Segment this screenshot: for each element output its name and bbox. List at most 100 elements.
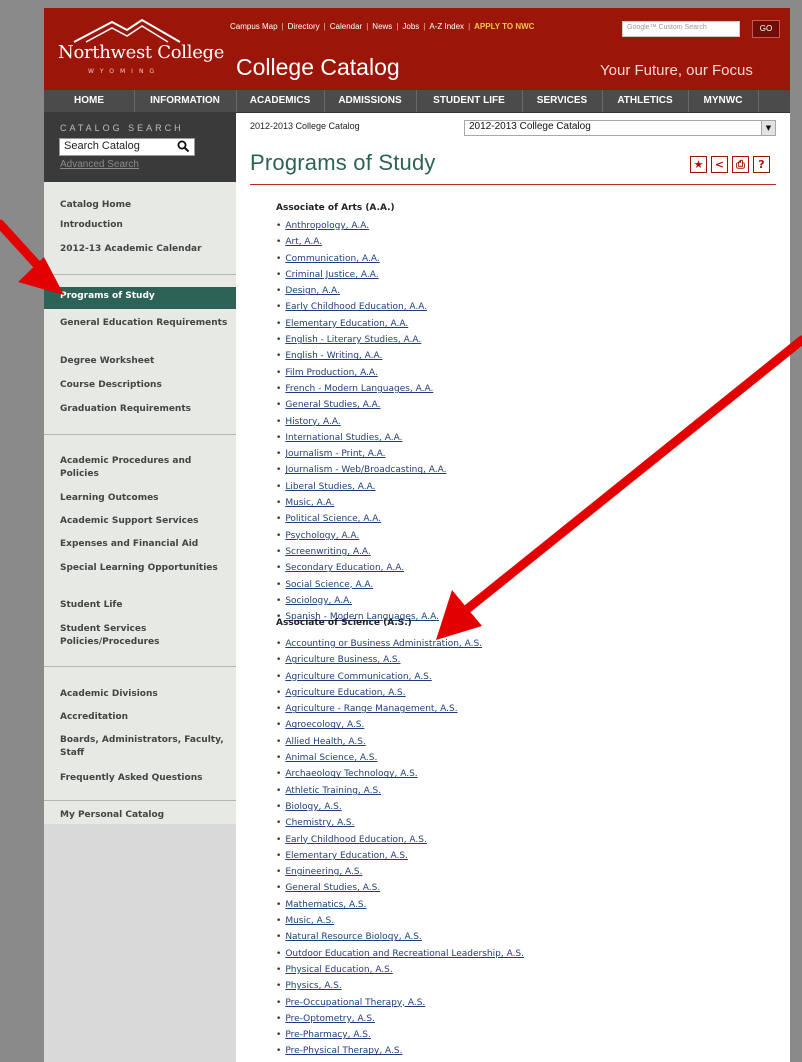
aa-program-link[interactable]: Early Childhood Education, A.A. [285, 302, 427, 312]
as-program-link[interactable]: Agriculture Communication, A.S. [285, 672, 431, 682]
as-program-link[interactable]: Early Childhood Education, A.S. [285, 835, 427, 845]
as-program-link[interactable]: Engineering, A.S. [285, 867, 362, 877]
aa-program-link[interactable]: History, A.A. [285, 417, 340, 427]
as-program-link[interactable]: Animal Science, A.S. [285, 753, 377, 763]
sidebar-item-special-learning[interactable]: Special Learning Opportunities [60, 562, 230, 575]
sidebar-item-accreditation[interactable]: Accreditation [60, 711, 230, 724]
aa-program-link[interactable]: Design, A.A. [285, 286, 340, 296]
site-search-go-button[interactable]: GO [752, 20, 780, 38]
site-search-input[interactable]: Google™ Custom Search [622, 21, 740, 37]
aa-program-link[interactable]: Screenwriting, A.A. [285, 547, 370, 557]
as-program-link[interactable]: Pre-Pharmacy, A.S. [285, 1030, 370, 1040]
nav-athletics[interactable]: ATHLETICS [602, 90, 689, 112]
advanced-search-link[interactable]: Advanced Search [60, 159, 139, 170]
aa-program-link[interactable]: Journalism - Print, A.A. [285, 449, 385, 459]
sidebar-item-boards-staff[interactable]: Boards, Administrators, Faculty, Staff [60, 734, 230, 760]
bullet-icon: • [276, 302, 282, 313]
sidebar-item-faq[interactable]: Frequently Asked Questions [60, 772, 230, 785]
as-program-link[interactable]: Accounting or Business Administration, A… [285, 639, 482, 649]
share-icon[interactable]: < [711, 156, 728, 173]
directory-link[interactable]: Directory [288, 22, 320, 31]
aa-program-link[interactable]: Journalism - Web/Broadcasting, A.A. [285, 465, 446, 475]
nav-mynwc[interactable]: MYNWC [688, 90, 759, 112]
aa-program-link[interactable]: Art, A.A. [285, 237, 322, 247]
star-icon[interactable]: ★ [690, 156, 707, 173]
aa-program-link[interactable]: Criminal Justice, A.A. [285, 270, 378, 280]
college-logo[interactable]: Northwest College WYOMING [54, 16, 224, 82]
aa-program-link[interactable]: English - Writing, A.A. [285, 351, 382, 361]
search-icon[interactable] [177, 140, 190, 153]
aa-program-link[interactable]: Secondary Education, A.A. [285, 563, 404, 573]
as-program-link[interactable]: Outdoor Education and Recreational Leade… [285, 949, 524, 959]
as-program-link[interactable]: Chemistry, A.S. [285, 818, 354, 828]
aa-program-link[interactable]: Social Science, A.A. [285, 580, 373, 590]
aa-program-link[interactable]: English - Literary Studies, A.A. [285, 335, 421, 345]
aa-program-link[interactable]: Psychology, A.A. [285, 531, 359, 541]
sidebar-item-introduction[interactable]: Introduction [60, 219, 230, 232]
bullet-icon: • [276, 449, 282, 460]
sidebar-item-academic-calendar[interactable]: 2012-13 Academic Calendar [60, 243, 230, 256]
nav-admissions[interactable]: ADMISSIONS [324, 90, 417, 112]
calendar-link[interactable]: Calendar [330, 22, 362, 31]
as-program-link[interactable]: Agroecology, A.S. [285, 720, 364, 730]
list-item: • Outdoor Education and Recreational Lead… [276, 946, 524, 962]
sidebar-item-catalog-home[interactable]: Catalog Home [60, 199, 230, 212]
as-program-link[interactable]: Biology, A.S. [285, 802, 341, 812]
aa-program-link[interactable]: Anthropology, A.A. [285, 221, 369, 231]
catalog-year-select[interactable]: 2012-2013 College Catalog ▼ [464, 120, 776, 136]
jobs-link[interactable]: Jobs [402, 22, 419, 31]
aa-program-link[interactable]: Music, A.A. [285, 498, 334, 508]
news-link[interactable]: News [372, 22, 392, 31]
sidebar-item-my-personal-catalog[interactable]: My Personal Catalog [60, 809, 230, 822]
sidebar-item-general-education[interactable]: General Education Requirements [60, 317, 230, 330]
nav-home[interactable]: HOME [44, 90, 135, 112]
aa-program-link[interactable]: General Studies, A.A. [285, 400, 380, 410]
as-program-link[interactable]: Archaeology Technology, A.S. [285, 769, 417, 779]
aa-program-link[interactable]: Film Production, A.A. [285, 368, 377, 378]
sidebar-item-academic-divisions[interactable]: Academic Divisions [60, 688, 230, 701]
aa-program-link[interactable]: Political Science, A.A. [285, 514, 381, 524]
as-program-link[interactable]: Pre-Optometry, A.S. [285, 1014, 375, 1024]
sidebar-item-expenses-financial-aid[interactable]: Expenses and Financial Aid [60, 538, 230, 551]
campus-map-link[interactable]: Campus Map [230, 22, 278, 31]
sidebar-item-course-descriptions[interactable]: Course Descriptions [60, 379, 230, 392]
aa-program-link[interactable]: Elementary Education, A.A. [285, 319, 408, 329]
nav-information[interactable]: INFORMATION [134, 90, 237, 112]
as-program-link[interactable]: Mathematics, A.S. [285, 900, 366, 910]
aa-program-link[interactable]: Liberal Studies, A.A. [285, 482, 375, 492]
as-program-link[interactable]: Agriculture - Range Management, A.S. [285, 704, 457, 714]
as-program-link[interactable]: Pre-Physical Therapy, A.S. [285, 1046, 402, 1056]
print-icon[interactable]: ⎙ [732, 156, 749, 173]
aa-program-link[interactable]: International Studies, A.A. [285, 433, 402, 443]
help-icon[interactable]: ? [753, 156, 770, 173]
a-z-index-link[interactable]: A-Z Index [429, 22, 464, 31]
as-program-link[interactable]: Agriculture Education, A.S. [285, 688, 405, 698]
sidebar-item-learning-outcomes[interactable]: Learning Outcomes [60, 492, 230, 505]
apply-link[interactable]: APPLY TO NWC [474, 22, 534, 31]
sidebar-item-academic-procedures[interactable]: Academic Procedures and Policies [60, 455, 230, 481]
as-program-link[interactable]: Allied Health, A.S. [285, 737, 365, 747]
as-program-link[interactable]: Pre-Occupational Therapy, A.S. [285, 998, 425, 1008]
as-program-link[interactable]: Physics, A.S. [285, 981, 341, 991]
nav-student-life[interactable]: STUDENT LIFE [416, 90, 523, 112]
as-program-link[interactable]: Music, A.S. [285, 916, 334, 926]
sidebar-item-academic-support[interactable]: Academic Support Services [60, 515, 230, 528]
catalog-search-input[interactable]: Search Catalog [59, 138, 195, 156]
sidebar-item-graduation-requirements[interactable]: Graduation Requirements [60, 403, 230, 416]
sidebar-item-degree-worksheet[interactable]: Degree Worksheet [60, 355, 230, 368]
as-program-link[interactable]: Agriculture Business, A.S. [285, 655, 400, 665]
aa-program-link[interactable]: Communication, A.A. [285, 254, 379, 264]
as-program-link[interactable]: Physical Education, A.S. [285, 965, 392, 975]
as-program-link[interactable]: Natural Resource Biology, A.S. [285, 932, 422, 942]
sidebar-item-student-services[interactable]: Student Services Policies/Procedures [60, 623, 230, 649]
nav-services[interactable]: SERVICES [522, 90, 603, 112]
chevron-down-icon[interactable]: ▼ [761, 121, 775, 135]
as-program-link[interactable]: Elementary Education, A.S. [285, 851, 408, 861]
nav-academics[interactable]: ACADEMICS [236, 90, 325, 112]
aa-program-link[interactable]: Sociology, A.A. [285, 596, 352, 606]
as-program-link[interactable]: Athletic Training, A.S. [285, 786, 381, 796]
sidebar-item-student-life[interactable]: Student Life [60, 599, 230, 612]
aa-program-link[interactable]: French - Modern Languages, A.A. [285, 384, 433, 394]
sidebar-item-programs-of-study[interactable]: Programs of Study [44, 287, 236, 309]
as-program-link[interactable]: General Studies, A.S. [285, 883, 380, 893]
